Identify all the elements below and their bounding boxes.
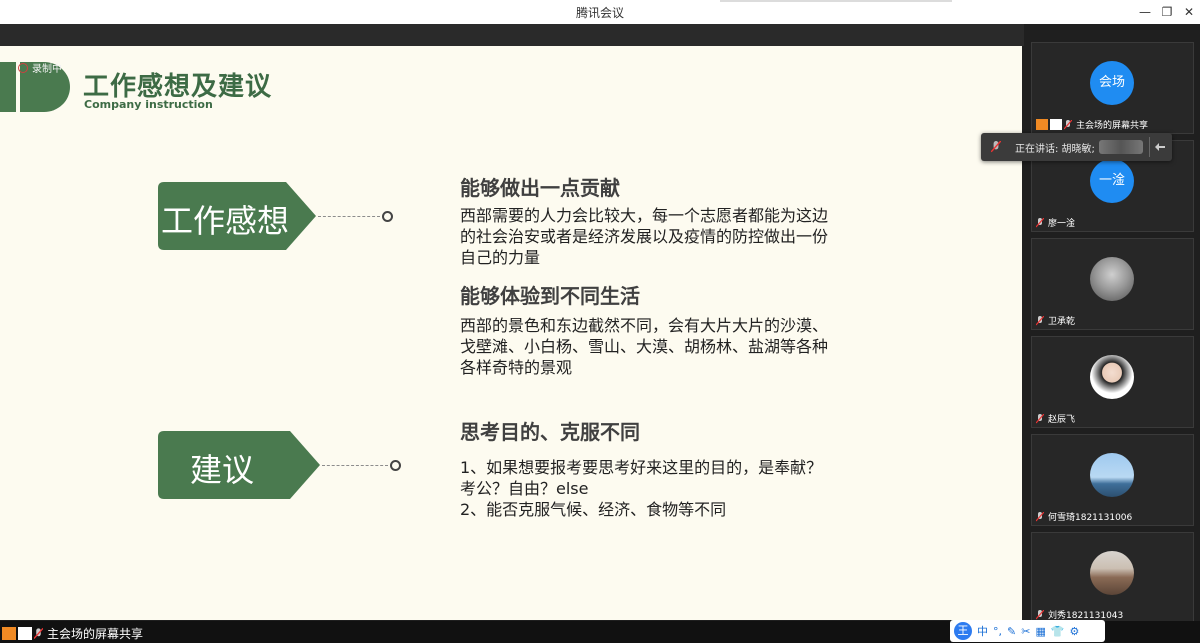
avatar: [1090, 257, 1134, 301]
shared-slide: 录制中 工作感想及建议 Company instruction 工作感想 建议 …: [0, 46, 1022, 620]
scissors-icon[interactable]: ✂: [1021, 625, 1030, 638]
participant-tile[interactable]: 赵辰飞: [1031, 336, 1194, 428]
participant-name: 主会场的屏幕共享: [1076, 121, 1149, 131]
shirt-icon[interactable]: 👕: [1051, 625, 1065, 638]
participant-tile[interactable]: 刘秀1821131043: [1031, 532, 1194, 624]
speaking-indicator: 正在讲话: 胡晓敏;: [981, 133, 1172, 161]
close-icon[interactable]: ✕: [1180, 3, 1198, 21]
punctuation-icon[interactable]: °,: [993, 625, 1002, 638]
gear-icon[interactable]: ⚙: [1070, 625, 1080, 638]
avatar: 一淦: [1090, 159, 1134, 203]
pen-icon[interactable]: ✎: [1007, 625, 1016, 638]
keyboard-icon[interactable]: ▦: [1035, 625, 1045, 638]
heading: 能够体验到不同生活: [460, 284, 640, 308]
avatar: 会场: [1090, 61, 1134, 105]
mic-muted-icon: [1036, 315, 1044, 325]
avatar: [1090, 355, 1134, 399]
participant-name: 赵辰飞: [1048, 415, 1076, 425]
speaking-text: 正在讲话: 胡晓敏;: [1015, 144, 1095, 155]
ime-mode[interactable]: 中: [977, 623, 988, 639]
mic-muted-icon: [1036, 217, 1044, 227]
participant-tile[interactable]: 卫承乾: [1031, 238, 1194, 330]
window-title: 腾讯会议: [575, 6, 624, 20]
recording-indicator: 录制中: [18, 60, 62, 75]
host-icon: [1036, 119, 1048, 130]
avatar: [1090, 551, 1134, 595]
slide-subtitle: Company instruction: [84, 98, 213, 111]
heading: 能够做出一点贡献: [460, 176, 620, 200]
ime-logo-icon[interactable]: 王: [954, 622, 972, 640]
connector-line: [322, 465, 388, 466]
reply-arrow-icon[interactable]: [1154, 141, 1166, 153]
section-tag-advice: 建议: [190, 451, 255, 489]
mic-muted-icon: [34, 627, 43, 639]
connector-line: [318, 216, 380, 217]
minimize-icon[interactable]: —: [1136, 3, 1154, 21]
participant-name: 卫承乾: [1048, 317, 1076, 327]
heading: 思考目的、克服不同: [460, 420, 640, 444]
participant-tile[interactable]: 何雪琦1821131006: [1031, 434, 1194, 526]
host-icon: [2, 627, 16, 640]
body-text: 西部的景色和东边截然不同，会有大片大片的沙漠、 戈壁滩、小白杨、雪山、大漠、胡杨…: [460, 316, 829, 377]
restore-icon[interactable]: ❐: [1158, 3, 1176, 21]
share-toolbar-strip: [0, 24, 1024, 46]
participant-name: 何雪琦1821131006: [1048, 513, 1133, 523]
mic-muted-icon: [1036, 609, 1044, 619]
mic-muted-icon: [1036, 511, 1044, 521]
connector-dot-icon: [382, 211, 393, 222]
section-tag-work: 工作感想: [161, 202, 290, 240]
speaker-avatars-blurred: [1099, 140, 1143, 154]
body-text: 西部需要的人力会比较大，每一个志愿者都能为这边 的社会治安或者是经济发展以及疫情…: [460, 206, 829, 267]
mic-muted-icon: [991, 141, 1001, 153]
connector-dot-icon: [390, 460, 401, 471]
mic-muted-icon: [1064, 119, 1072, 129]
screen-share-icon: [18, 627, 32, 640]
screen-share-icon: [1050, 119, 1062, 130]
share-label: 主会场的屏幕共享: [47, 627, 144, 641]
participant-name: 廖一淦: [1048, 219, 1076, 229]
mic-muted-icon: [1036, 413, 1044, 423]
window-titlebar: 腾讯会议 — ❐ ✕: [0, 0, 1200, 25]
avatar: [1090, 453, 1134, 497]
ime-toolbar[interactable]: 王 中 °, ✎ ✂ ▦ 👕 ⚙: [950, 620, 1105, 642]
participant-tile[interactable]: 会场 主会场的屏幕共享: [1031, 42, 1194, 134]
title-divider: [720, 0, 952, 2]
body-text: 1、如果想要报考要思考好来这里的目的，是奉献？ 考公？自由？else 2、能否克…: [460, 458, 823, 519]
record-dot-icon: [18, 63, 28, 73]
divider: [1149, 137, 1150, 157]
